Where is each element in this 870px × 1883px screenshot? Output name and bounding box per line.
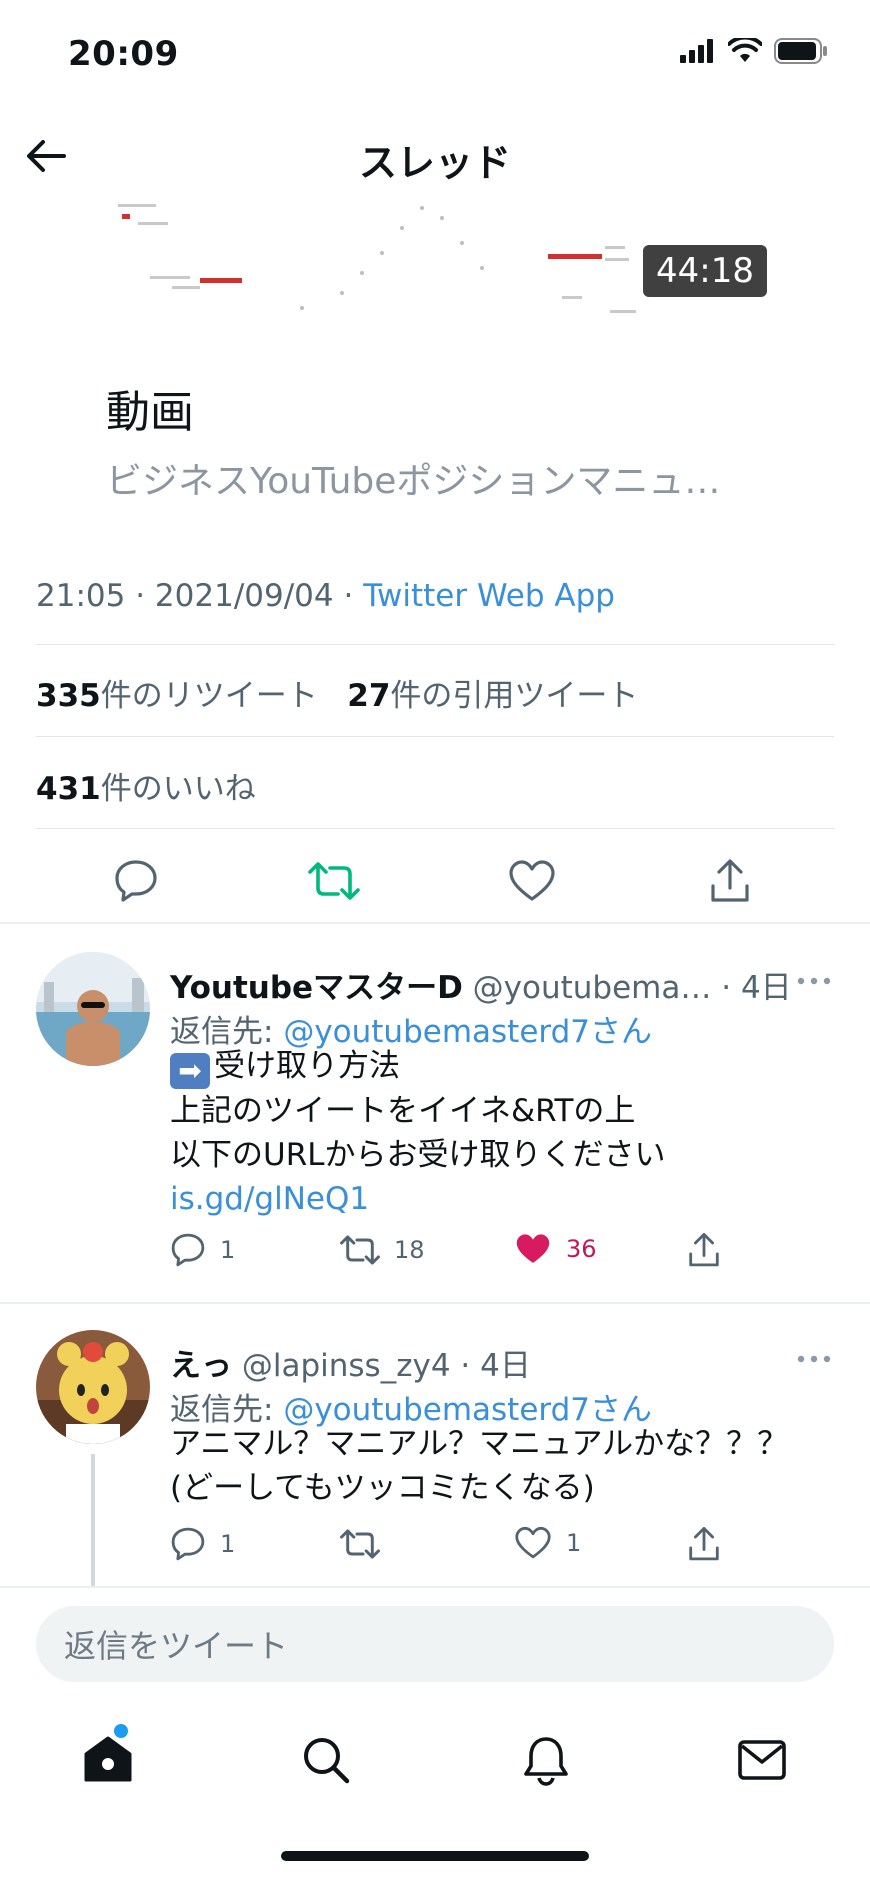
tab-messages[interactable]	[730, 1728, 794, 1792]
tweet-actions	[0, 845, 870, 925]
reply-icon[interactable]	[108, 853, 164, 909]
reply-author-handle[interactable]: @youtubema…	[473, 970, 712, 1006]
card-description[interactable]: ビジネスYouTubeポジションマニュ…	[106, 452, 720, 504]
retweet-icon[interactable]	[306, 853, 362, 909]
tweet-date: 2021/09/04	[154, 578, 334, 614]
status-time: 20:09	[68, 34, 179, 74]
avatar[interactable]	[36, 1330, 150, 1444]
tab-search[interactable]	[294, 1728, 358, 1792]
bell-icon	[524, 1737, 568, 1786]
tab-home[interactable]	[76, 1724, 140, 1792]
card-title[interactable]: 動画	[106, 376, 194, 440]
reply-time: · 4日	[460, 1348, 531, 1384]
reply-author-name[interactable]: えっ	[170, 1348, 232, 1384]
reply-reply-button[interactable]: 1	[170, 1526, 235, 1562]
reply-link[interactable]: is.gd/glNeQ1	[170, 1177, 666, 1221]
reply-icon	[171, 1233, 205, 1267]
reply-author-name[interactable]: YoutubeマスターD	[170, 970, 463, 1006]
reply-icon	[171, 1527, 205, 1561]
like-icon[interactable]	[504, 853, 560, 909]
more-options-button[interactable]	[794, 966, 834, 996]
share-icon	[689, 1526, 719, 1561]
right-arrow-emoji-icon: ➡	[170, 1053, 210, 1089]
share-icon[interactable]	[702, 853, 758, 909]
divider	[36, 736, 834, 737]
tweet-timestamp: 21:05 · 2021/09/04 · Twitter Web App	[36, 578, 615, 614]
reply-body: アニマル？マニアル？マニュアルかな？？？ (どーしてもツッコミたくなる)	[170, 1426, 789, 1506]
retweet-icon	[340, 1235, 380, 1265]
bottom-tab-bar	[0, 1710, 870, 1820]
avatar[interactable]	[36, 952, 150, 1066]
notification-dot	[114, 1724, 128, 1738]
video-duration-badge: 44:18	[643, 245, 767, 297]
more-options-button[interactable]	[794, 1344, 834, 1374]
tweet-stats-likes[interactable]: 431件のいいね	[36, 763, 256, 808]
more-icon	[797, 1355, 831, 1363]
meta-separator: ·	[135, 578, 155, 614]
home-indicator	[281, 1851, 589, 1861]
tweet-source-link[interactable]: Twitter Web App	[363, 578, 615, 614]
reply-actions: 1 18 36	[0, 1232, 870, 1282]
reply-tweet[interactable]: YoutubeマスターD @youtubema… · 4日 返信先: @yout…	[0, 924, 870, 1302]
divider	[36, 644, 834, 645]
reply-body: ➡ 受け取り方法 上記のツイートをイイネ&RTの上 以下のURLからお受け取りくだ…	[170, 1044, 666, 1221]
tab-notifications[interactable]	[514, 1728, 578, 1792]
reply-share-button[interactable]	[686, 1526, 722, 1562]
share-icon	[689, 1232, 719, 1267]
reply-retweet-button[interactable]: 18	[340, 1232, 425, 1268]
like-icon	[515, 1526, 551, 1559]
divider	[36, 828, 834, 829]
tweet-time: 21:05	[36, 578, 126, 614]
reply-like-button[interactable]: 1	[514, 1526, 581, 1560]
reply-header: YoutubeマスターD @youtubema… · 4日	[170, 962, 792, 1007]
reply-composer-bar: 返信をツイート	[0, 1586, 870, 1710]
reply-time: · 4日	[721, 970, 792, 1006]
nav-header: スレッド	[0, 110, 870, 200]
tweet-stats-retweets: 335件のリツイート 27件の引用ツイート	[36, 670, 638, 715]
reply-like-button[interactable]: 36	[514, 1232, 597, 1266]
reply-header: えっ @lapinss_zy4 · 4日	[170, 1340, 531, 1385]
reply-actions: 1 1	[0, 1526, 870, 1576]
quotes-stat[interactable]: 27件の引用ツイート	[347, 678, 638, 714]
home-icon	[84, 1736, 132, 1782]
more-icon	[797, 977, 831, 985]
reply-input[interactable]: 返信をツイート	[36, 1606, 834, 1682]
battery-icon	[774, 38, 827, 64]
meta-separator: ·	[343, 578, 364, 614]
retweet-icon	[340, 1529, 380, 1559]
retweets-stat[interactable]: 335件のリツイート	[36, 678, 318, 714]
status-bar: 20:09	[0, 0, 870, 110]
search-icon	[304, 1738, 350, 1784]
reply-tweet[interactable]: えっ @lapinss_zy4 · 4日 返信先: @youtubemaster…	[0, 1304, 870, 1588]
page-title: スレッド	[358, 141, 511, 185]
heart-filled-icon	[516, 1234, 550, 1263]
reply-share-button[interactable]	[686, 1232, 722, 1268]
reply-author-handle[interactable]: @lapinss_zy4	[242, 1348, 451, 1384]
signal-icon	[680, 39, 713, 63]
reply-reply-button[interactable]: 1	[170, 1232, 235, 1268]
mail-icon	[738, 1740, 786, 1780]
status-icons	[680, 38, 828, 64]
reply-retweet-button[interactable]	[340, 1526, 394, 1562]
wifi-icon	[728, 38, 762, 62]
